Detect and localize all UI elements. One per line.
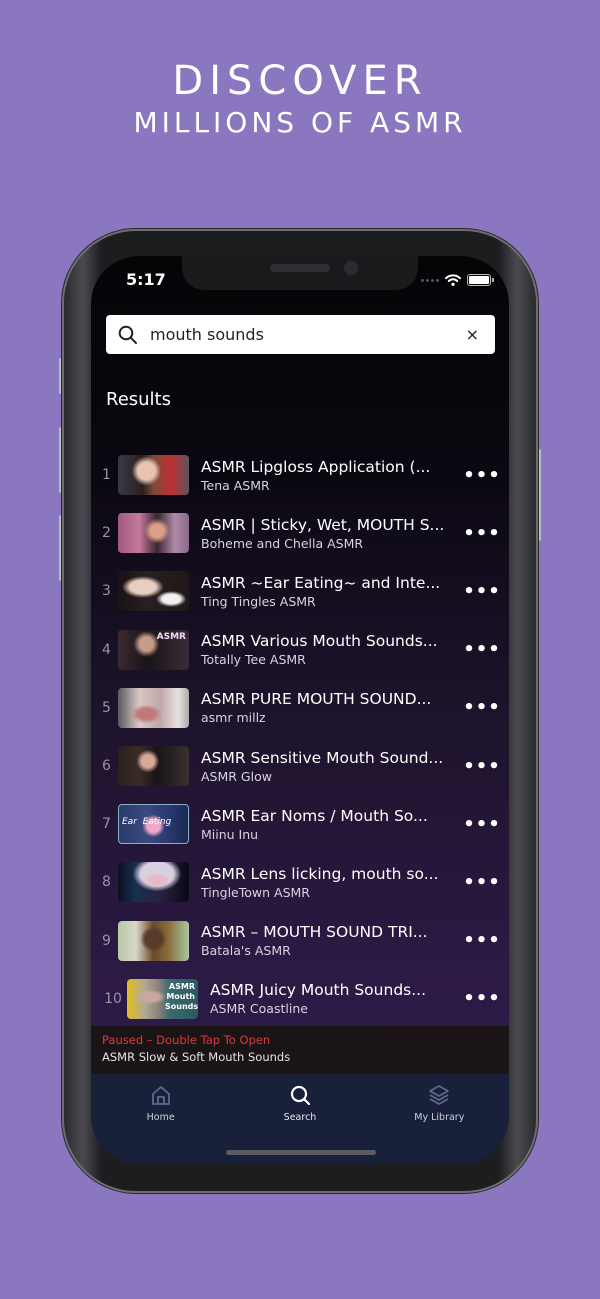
headline-millions: MILLIONS OF ASMR bbox=[133, 106, 467, 139]
more-options-button[interactable]: ••• bbox=[455, 465, 509, 486]
result-channel: TingleTown ASMR bbox=[201, 884, 310, 900]
more-options-button[interactable]: ••• bbox=[455, 697, 509, 718]
battery-icon bbox=[467, 274, 494, 286]
search-bar: × bbox=[106, 315, 495, 354]
phone-screen: 5:17 × Results 1 ASMR Lipgloss Applicati… bbox=[91, 256, 509, 1164]
status-indicators bbox=[421, 274, 494, 286]
result-channel: asmr millz bbox=[201, 710, 266, 726]
result-thumbnail bbox=[118, 746, 189, 787]
front-camera bbox=[344, 261, 358, 275]
search-input[interactable] bbox=[150, 325, 462, 344]
clear-search-button[interactable]: × bbox=[462, 325, 483, 344]
result-title: ASMR Juicy Mouth Sounds... bbox=[210, 981, 427, 1000]
result-rank: 4 bbox=[102, 641, 111, 658]
result-title: ASMR Lipgloss Application (... bbox=[201, 457, 431, 476]
home-indicator[interactable] bbox=[226, 1150, 376, 1155]
result-thumbnail bbox=[118, 862, 189, 903]
volume-down-button bbox=[59, 515, 63, 581]
speaker-grille bbox=[270, 264, 330, 272]
result-thumbnail: ASMR bbox=[118, 629, 189, 670]
result-title: ASMR ~Ear Eating~ and Inte... bbox=[201, 573, 441, 592]
result-channel: Miinu Inu bbox=[201, 826, 259, 842]
result-channel: ASMR Coastline bbox=[210, 1001, 308, 1017]
result-item[interactable]: 4 ASMR ASMR Various Mouth Sounds... Tota… bbox=[91, 621, 509, 679]
result-item[interactable]: 3 ASMR ~Ear Eating~ and Inte... Ting Tin… bbox=[91, 562, 509, 620]
result-rank: 1 bbox=[102, 467, 111, 484]
result-title: ASMR – MOUTH SOUND TRI... bbox=[201, 923, 428, 942]
result-thumbnail: Ear Eating bbox=[118, 804, 189, 845]
thumbnail-caption: Ear Eating bbox=[122, 817, 172, 828]
notch bbox=[182, 256, 418, 290]
result-channel: Boheme and Chella ASMR bbox=[201, 535, 364, 551]
result-thumbnail bbox=[118, 571, 189, 612]
result-rank: 3 bbox=[102, 583, 111, 600]
result-channel: Totally Tee ASMR bbox=[201, 652, 306, 668]
result-title: ASMR Various Mouth Sounds... bbox=[201, 632, 438, 651]
status-time: 5:17 bbox=[126, 270, 166, 289]
result-title: ASMR Lens licking, mouth so... bbox=[201, 864, 439, 883]
more-options-button[interactable]: ••• bbox=[455, 930, 509, 951]
now-playing-title: ASMR Slow & Soft Mouth Sounds bbox=[102, 1050, 291, 1064]
result-item[interactable]: 10 ASMR Mouth Sounds ASMR Juicy Mouth So… bbox=[91, 970, 509, 1028]
more-options-button[interactable]: ••• bbox=[455, 523, 509, 544]
result-item[interactable]: 2 ASMR | Sticky, Wet, MOUTH S... Boheme … bbox=[91, 504, 509, 562]
wifi-icon bbox=[445, 274, 461, 286]
more-options-button[interactable]: ••• bbox=[455, 756, 509, 777]
more-options-button[interactable]: ••• bbox=[455, 581, 509, 602]
result-channel: ASMR Glow bbox=[201, 768, 272, 784]
result-item[interactable]: 1 ASMR Lipgloss Application (... Tena AS… bbox=[91, 446, 509, 504]
now-playing-bar[interactable]: Paused – Double Tap To Open ASMR Slow & … bbox=[91, 1026, 509, 1074]
result-rank: 8 bbox=[102, 874, 111, 891]
result-rank: 10 bbox=[104, 990, 122, 1007]
search-icon bbox=[118, 325, 137, 344]
result-thumbnail bbox=[118, 513, 189, 554]
result-title: ASMR PURE MOUTH SOUND... bbox=[201, 690, 432, 709]
result-item[interactable]: 8 ASMR Lens licking, mouth so... TingleT… bbox=[91, 853, 509, 911]
layers-icon bbox=[429, 1085, 450, 1105]
thumbnail-caption: ASMR Mouth Sounds bbox=[165, 981, 198, 1011]
more-options-button[interactable]: ••• bbox=[455, 814, 509, 835]
volume-up-button bbox=[59, 427, 63, 493]
power-button bbox=[537, 449, 541, 541]
tab-my-library[interactable]: My Library bbox=[370, 1074, 509, 1164]
result-thumbnail bbox=[118, 687, 189, 728]
result-channel: Ting Tingles ASMR bbox=[201, 593, 316, 609]
result-thumbnail: ASMR Mouth Sounds bbox=[127, 978, 198, 1019]
home-icon bbox=[151, 1086, 170, 1105]
tab-home[interactable]: Home bbox=[91, 1074, 230, 1164]
signal-icon bbox=[421, 278, 439, 282]
result-title: ASMR | Sticky, Wet, MOUTH S... bbox=[201, 515, 445, 534]
result-rank: 9 bbox=[102, 932, 111, 949]
result-rank: 5 bbox=[102, 699, 111, 716]
result-item[interactable]: 6 ASMR Sensitive Mouth Sound... ASMR Glo… bbox=[91, 737, 509, 795]
result-channel: Tena ASMR bbox=[201, 477, 270, 493]
results-list: 1 ASMR Lipgloss Application (... Tena AS… bbox=[91, 446, 509, 1028]
tab-label: My Library bbox=[414, 1112, 465, 1123]
tab-label: Home bbox=[146, 1112, 175, 1123]
now-playing-status: Paused – Double Tap To Open bbox=[102, 1033, 271, 1047]
result-rank: 6 bbox=[102, 758, 111, 775]
result-rank: 7 bbox=[102, 816, 111, 833]
search-icon bbox=[290, 1085, 311, 1106]
result-title: ASMR Ear Noms / Mouth So... bbox=[201, 806, 428, 825]
thumbnail-caption: ASMR bbox=[156, 631, 186, 642]
result-title: ASMR Sensitive Mouth Sound... bbox=[201, 748, 444, 767]
result-thumbnail bbox=[118, 455, 189, 496]
result-thumbnail bbox=[118, 920, 189, 961]
more-options-button[interactable]: ••• bbox=[455, 872, 509, 893]
result-channel: Batala's ASMR bbox=[201, 943, 291, 959]
mute-switch bbox=[59, 358, 63, 394]
headline-discover: DISCOVER bbox=[172, 58, 428, 104]
result-item[interactable]: 7 Ear Eating ASMR Ear Noms / Mouth So...… bbox=[91, 795, 509, 853]
more-options-button[interactable]: ••• bbox=[455, 639, 509, 660]
result-item[interactable]: 9 ASMR – MOUTH SOUND TRI... Batala's ASM… bbox=[91, 912, 509, 970]
result-rank: 2 bbox=[102, 525, 111, 542]
results-heading: Results bbox=[106, 389, 171, 410]
more-options-button[interactable]: ••• bbox=[455, 988, 509, 1009]
tab-label: Search bbox=[283, 1112, 317, 1123]
result-item[interactable]: 5 ASMR PURE MOUTH SOUND... asmr millz ••… bbox=[91, 679, 509, 737]
